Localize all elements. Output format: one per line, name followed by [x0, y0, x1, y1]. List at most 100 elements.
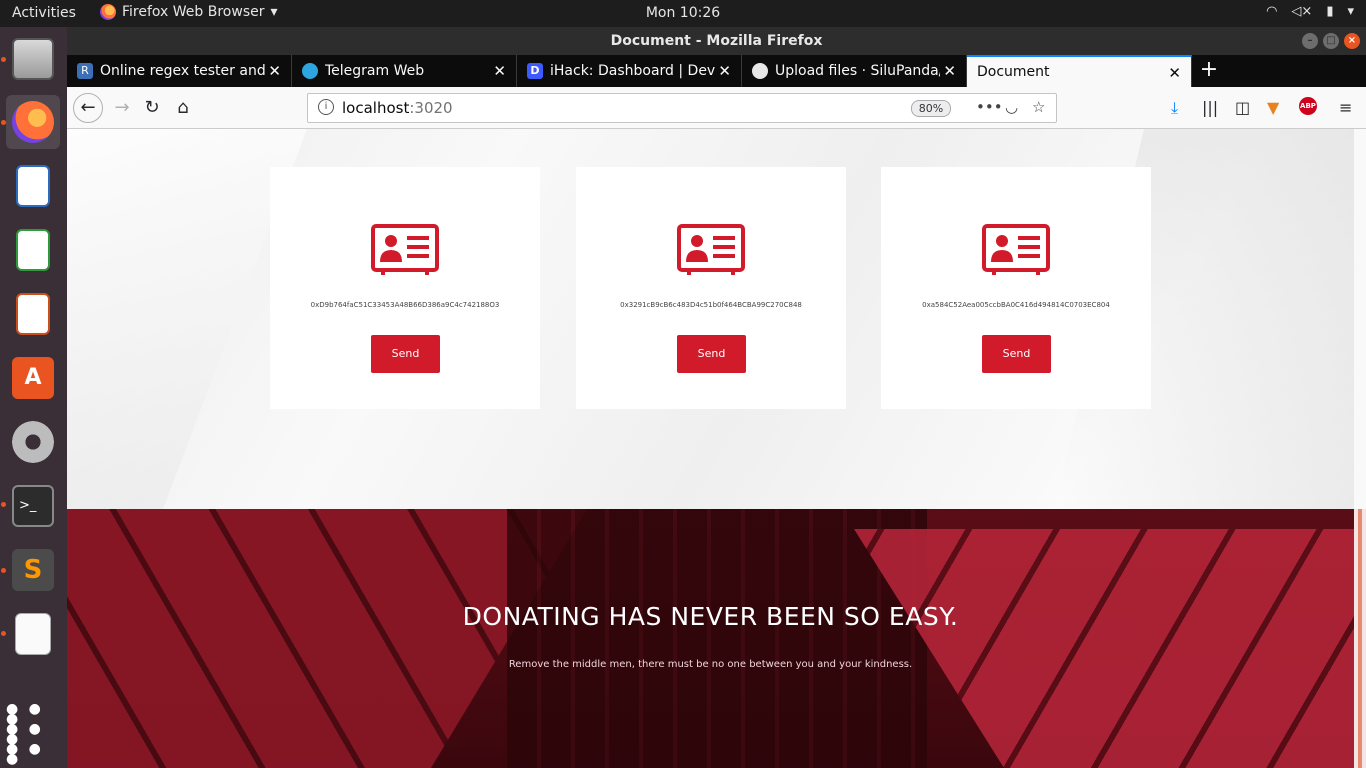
wallet-card: 0xD9b764faC51C33453A48B66D386a9C4c742188…: [270, 167, 540, 409]
navigation-toolbar: ← → ↻ ⌂ i localhost:3020 80% ••• ◡ ☆ ⤓ |…: [67, 87, 1366, 129]
send-button[interactable]: Send: [371, 335, 440, 373]
tab-title: Upload files · SiluPanda/: [775, 63, 940, 79]
url-host: localhost: [342, 99, 410, 117]
notepad-icon: [15, 613, 51, 655]
github-icon: [752, 63, 768, 79]
page-actions-icon[interactable]: •••: [976, 98, 1003, 116]
pocket-icon[interactable]: ◡: [1005, 98, 1018, 116]
sidebar-icon[interactable]: ◫: [1235, 98, 1250, 117]
url-port: :3020: [409, 99, 453, 117]
tab-bar: R Online regex tester and d ✕ Telegram W…: [67, 55, 1366, 87]
info-icon[interactable]: i: [318, 99, 334, 115]
reload-button[interactable]: ↻: [139, 95, 165, 121]
home-button[interactable]: ⌂: [170, 95, 196, 121]
show-applications-button[interactable]: ● ● ● ● ● ● ● ● ●: [6, 701, 60, 767]
id-card-icon: [677, 224, 745, 275]
presentation-icon: [16, 293, 50, 335]
close-window-button[interactable]: ×: [1344, 33, 1360, 49]
activities-button[interactable]: Activities: [12, 5, 76, 21]
clock[interactable]: Mon 10:26: [646, 5, 720, 21]
tab-github-upload[interactable]: Upload files · SiluPanda/ ✕: [742, 55, 967, 87]
library-icon[interactable]: |||: [1202, 98, 1218, 117]
firefox-icon: [12, 101, 54, 143]
send-button[interactable]: Send: [677, 335, 746, 373]
settings-gear-icon: [12, 421, 54, 463]
hero-heading: DONATING HAS NEVER BEEN SO EASY.: [462, 602, 959, 631]
tab-title: Online regex tester and d: [100, 63, 265, 79]
building-glass-center: [507, 509, 927, 768]
close-tab-icon[interactable]: ✕: [493, 62, 506, 80]
wallet-address: 0xa584C52Aea005ccbBA0C416d494814C0703EC8…: [922, 301, 1110, 309]
tab-title: Document: [977, 64, 1050, 80]
regex-favicon-icon: R: [77, 63, 93, 79]
firefox-window: Document - Mozilla Firefox – □ × R Onlin…: [67, 27, 1366, 768]
hamburger-menu-icon[interactable]: ≡: [1339, 98, 1352, 117]
dock-files[interactable]: [6, 32, 60, 86]
close-tab-icon[interactable]: ✕: [1168, 64, 1181, 82]
chevron-down-icon: ▾: [270, 4, 278, 20]
devfolio-icon: D: [527, 63, 543, 79]
chevron-down-icon: ▾: [1347, 4, 1354, 19]
send-button[interactable]: Send: [982, 335, 1051, 373]
tab-document[interactable]: Document ✕: [967, 55, 1192, 87]
tab-title: Telegram Web: [325, 63, 425, 79]
telegram-icon: [302, 63, 318, 79]
volume-muted-icon: ◁×: [1291, 4, 1313, 19]
downloads-icon[interactable]: ⤓: [1171, 98, 1178, 118]
new-tab-button[interactable]: +: [1192, 55, 1226, 87]
close-tab-icon[interactable]: ✕: [718, 62, 731, 80]
home-icon: ⌂: [177, 97, 189, 118]
close-tab-icon[interactable]: ✕: [268, 62, 281, 80]
terminal-icon: >_: [12, 485, 54, 527]
arrow-left-icon: ←: [80, 97, 96, 118]
bookmark-star-icon[interactable]: ☆: [1032, 98, 1045, 116]
dock-settings[interactable]: [6, 415, 60, 469]
url-text[interactable]: localhost:3020: [342, 99, 453, 117]
minimize-button[interactable]: –: [1302, 33, 1318, 49]
battery-icon: ▮: [1326, 4, 1334, 19]
id-card-icon: [982, 224, 1050, 275]
forward-button[interactable]: →: [109, 95, 135, 121]
window-titlebar[interactable]: Document - Mozilla Firefox – □ ×: [67, 27, 1366, 55]
sublime-text-icon: S: [12, 549, 54, 591]
tab-ihack-dashboard[interactable]: D iHack: Dashboard | Devfo ✕: [517, 55, 742, 87]
firefox-icon: [100, 4, 116, 20]
maximize-button[interactable]: □: [1323, 33, 1339, 49]
gnome-top-bar: Activities Firefox Web Browser ▾ Mon 10:…: [0, 0, 1366, 27]
wallet-address: 0x3291cB9cB6c483D4c51b0f464BCBA99C270C84…: [620, 301, 802, 309]
dock-software[interactable]: A: [6, 351, 60, 405]
file-cabinet-icon: [12, 38, 54, 80]
dock-sublime[interactable]: S: [6, 543, 60, 597]
adblock-plus-icon[interactable]: ABP: [1299, 97, 1317, 115]
wifi-icon: ◠: [1266, 4, 1278, 19]
dock-impress[interactable]: [6, 287, 60, 341]
tab-title: iHack: Dashboard | Devfo: [550, 63, 715, 79]
ubuntu-dock: A >_ S ● ● ● ● ● ● ● ● ●: [0, 27, 67, 768]
hero-banner: DONATING HAS NEVER BEEN SO EASY. Remove …: [67, 509, 1354, 768]
dock-firefox[interactable]: [6, 95, 60, 149]
id-card-icon: [371, 224, 439, 275]
zoom-indicator[interactable]: 80%: [911, 100, 951, 117]
hero-subtext: Remove the middle men, there must be no …: [508, 659, 913, 670]
system-tray[interactable]: ◠ ◁× ▮ ▾: [1266, 4, 1354, 19]
document-writer-icon: [16, 165, 50, 207]
building-glass-right: [854, 529, 1354, 768]
spreadsheet-icon: [16, 229, 50, 271]
page-scrollbar[interactable]: [1354, 509, 1366, 768]
reload-icon: ↻: [144, 97, 160, 118]
dock-calc[interactable]: [6, 223, 60, 277]
tab-telegram[interactable]: Telegram Web ✕: [292, 55, 517, 87]
app-menu[interactable]: Firefox Web Browser ▾: [100, 4, 278, 20]
shopping-bag-icon: A: [12, 357, 54, 399]
close-tab-icon[interactable]: ✕: [943, 62, 956, 80]
dock-terminal[interactable]: >_: [6, 479, 60, 533]
back-button[interactable]: ←: [73, 93, 103, 123]
metamask-fox-icon[interactable]: ▼: [1267, 98, 1279, 117]
app-grid-icon: ● ● ● ● ● ● ● ● ●: [6, 701, 44, 767]
url-bar[interactable]: i localhost:3020 80% ••• ◡ ☆: [307, 93, 1057, 123]
dock-text-editor[interactable]: [6, 607, 60, 661]
tab-regex-tester[interactable]: R Online regex tester and d ✕: [67, 55, 292, 87]
scrollbar-thumb[interactable]: [1358, 509, 1362, 768]
wallet-card: 0xa584C52Aea005ccbBA0C416d494814C0703EC8…: [881, 167, 1151, 409]
dock-writer[interactable]: [6, 159, 60, 213]
